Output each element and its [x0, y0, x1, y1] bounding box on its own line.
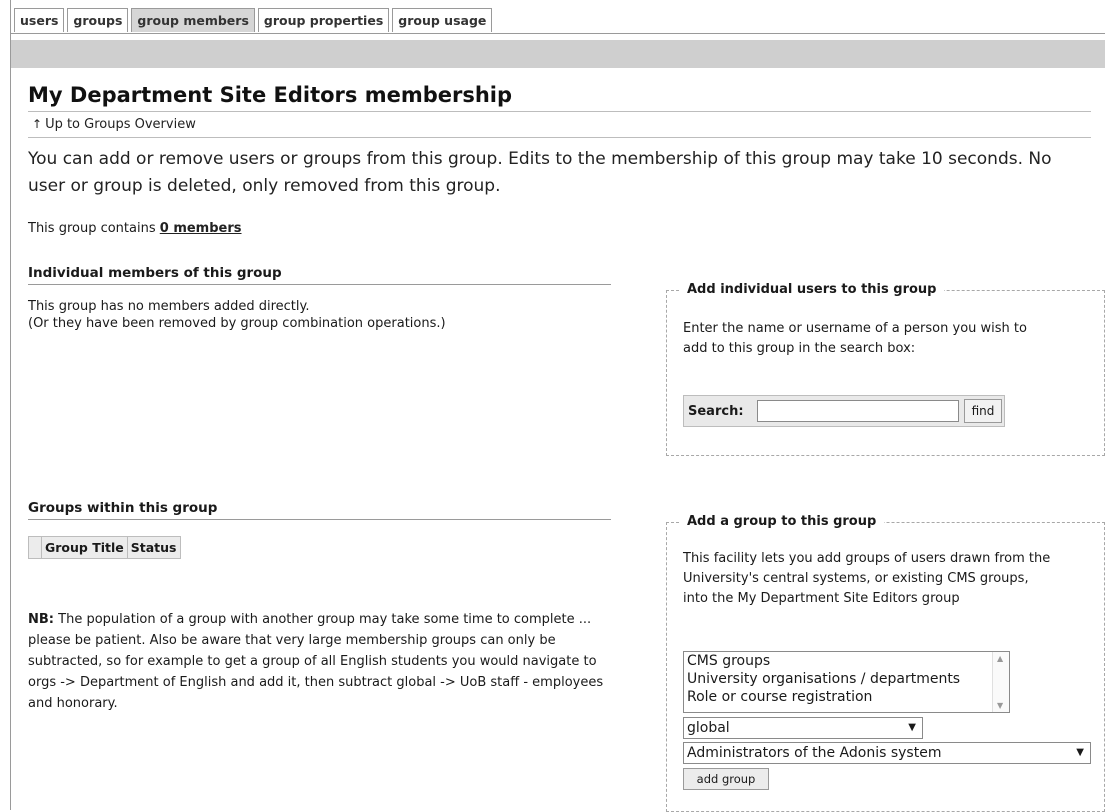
search-label: Search:	[688, 404, 744, 419]
tab-divider	[10, 33, 1105, 34]
group-name-value: Administrators of the Adonis system	[687, 745, 942, 761]
groups-within-table: Group Title Status	[28, 536, 181, 559]
tab-group-members[interactable]: group members	[131, 8, 255, 32]
chevron-down-icon: ▼	[908, 722, 916, 733]
individual-members-heading: Individual members of this group	[28, 265, 611, 285]
tab-users[interactable]: users	[14, 8, 65, 32]
listbox-option-university-organisations[interactable]: University organisations / departments	[684, 670, 1009, 688]
member-count-line: This group contains 0 members	[28, 221, 242, 236]
add-group-button[interactable]: add group	[683, 768, 769, 790]
empty-line-1: This group has no members added directly…	[28, 299, 310, 314]
column-header-group-title[interactable]: Group Title	[41, 536, 128, 559]
up-arrow-icon: ↑	[32, 117, 43, 131]
search-row: Search: find	[683, 395, 1005, 427]
groups-table-header-row: Group Title Status	[29, 536, 180, 559]
tab-group-properties[interactable]: group properties	[257, 8, 390, 32]
group-category-value: global	[687, 720, 730, 736]
add-users-legend: Add individual users to this group	[679, 282, 945, 297]
tab-bar: users groups group members group propert…	[14, 8, 495, 33]
uplink-divider	[28, 137, 1091, 138]
listbox-option-role-or-course[interactable]: Role or course registration	[684, 688, 1009, 706]
scroll-up-arrow-icon[interactable]: ▲	[997, 654, 1003, 663]
group-name-select[interactable]: Administrators of the Adonis system ▼	[683, 742, 1091, 764]
listbox-option-cms-groups[interactable]: CMS groups	[684, 652, 1009, 670]
member-count-prefix: This group contains	[28, 221, 160, 236]
find-button[interactable]: find	[964, 399, 1002, 423]
group-category-select[interactable]: global ▼	[683, 717, 923, 739]
column-header-status[interactable]: Status	[126, 536, 180, 559]
page-title: My Department Site Editors membership	[28, 83, 513, 107]
scroll-down-arrow-icon[interactable]: ▼	[997, 701, 1003, 710]
add-group-legend: Add a group to this group	[679, 514, 885, 529]
tab-group-usage[interactable]: group usage	[392, 8, 493, 32]
empty-line-2: (Or they have been removed by group comb…	[28, 316, 446, 331]
tab-groups[interactable]: groups	[67, 8, 129, 32]
up-link-label: Up to Groups Overview	[45, 117, 196, 132]
add-users-fieldset: Add individual users to this group Enter…	[666, 282, 1105, 456]
nb-label: NB:	[28, 612, 54, 627]
search-input[interactable]	[757, 400, 959, 422]
individual-members-empty-text: This group has no members added directly…	[28, 298, 446, 332]
nb-text: The population of a group with another g…	[28, 612, 604, 711]
groups-within-heading: Groups within this group	[28, 500, 611, 520]
intro-text: You can add or remove users or groups fr…	[28, 149, 1052, 196]
nb-note: NB: The population of a group with anoth…	[28, 609, 618, 714]
title-divider	[28, 111, 1091, 112]
up-to-groups-overview-link[interactable]: ↑ Up to Groups Overview	[32, 117, 196, 132]
chevron-down-icon: ▼	[1076, 747, 1084, 758]
add-users-instructions: Enter the name or username of a person y…	[683, 321, 1027, 356]
listbox-scrollbar[interactable]: ▲ ▼	[992, 652, 1009, 712]
member-count-link[interactable]: 0 members	[160, 221, 242, 236]
sub-navigation-bar	[11, 40, 1105, 68]
add-group-instructions: This facility lets you add groups of use…	[683, 551, 1051, 606]
group-source-listbox[interactable]: CMS groups University organisations / de…	[683, 651, 1010, 713]
select-column-header	[29, 537, 42, 559]
add-group-fieldset: Add a group to this group This facility …	[666, 514, 1105, 812]
